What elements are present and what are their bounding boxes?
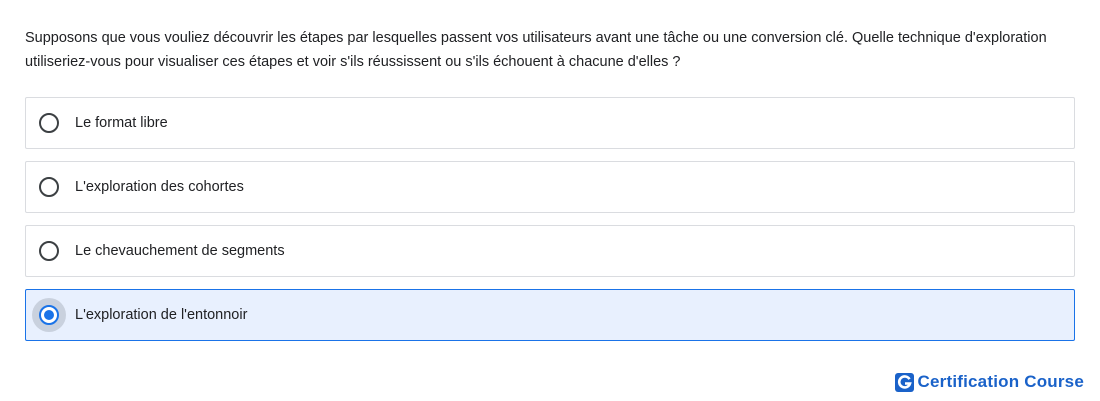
option-format-libre[interactable]: Le format libre xyxy=(25,97,1075,149)
g-logo-icon xyxy=(894,372,914,392)
option-label: Le format libre xyxy=(75,115,168,131)
radio-checked-icon[interactable] xyxy=(32,298,66,332)
option-exploration-cohortes[interactable]: L'exploration des cohortes xyxy=(25,161,1075,213)
option-label: L'exploration de l'entonnoir xyxy=(75,307,248,323)
radio-unchecked-icon[interactable] xyxy=(32,234,66,268)
radio-unchecked-icon[interactable] xyxy=(32,106,66,140)
option-label: Le chevauchement de segments xyxy=(75,243,285,259)
radio-unchecked-icon[interactable] xyxy=(32,170,66,204)
option-chevauchement-segments[interactable]: Le chevauchement de segments xyxy=(25,225,1075,277)
answer-options: Le format libre L'exploration des cohort… xyxy=(25,97,1075,353)
question-text: Supposons que vous vouliez découvrir les… xyxy=(25,30,1047,70)
brand-text: Certification Course xyxy=(917,372,1084,391)
option-exploration-entonnoir[interactable]: L'exploration de l'entonnoir xyxy=(25,289,1075,341)
option-label: L'exploration des cohortes xyxy=(75,179,244,195)
brand-watermark: Certification Course xyxy=(894,372,1084,392)
